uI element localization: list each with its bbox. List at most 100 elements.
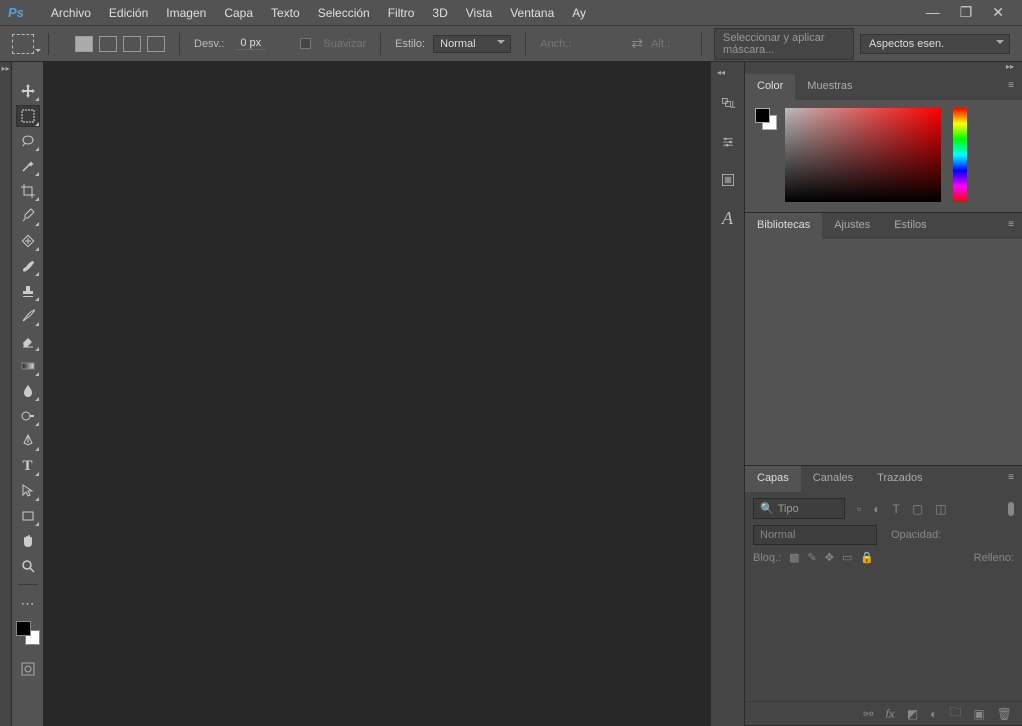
- new-selection-icon[interactable]: [75, 36, 93, 52]
- layers-list[interactable]: [753, 570, 1014, 666]
- delete-layer-icon[interactable]: 🗑: [997, 707, 1012, 721]
- menu-edicion[interactable]: Edición: [100, 2, 157, 24]
- magic-wand-tool[interactable]: [16, 155, 40, 177]
- tab-adjustments[interactable]: Ajustes: [822, 213, 882, 239]
- move-tool[interactable]: [16, 80, 40, 102]
- lock-artboard-icon[interactable]: ▭: [842, 551, 852, 564]
- panel-menu-icon[interactable]: ≡: [1000, 213, 1022, 239]
- tab-color[interactable]: Color: [745, 74, 795, 100]
- menu-vista[interactable]: Vista: [457, 2, 501, 24]
- add-selection-icon[interactable]: [99, 36, 117, 52]
- blur-tool[interactable]: [16, 380, 40, 402]
- filter-type-icon[interactable]: T: [893, 502, 900, 516]
- menu-3d[interactable]: 3D: [423, 2, 456, 24]
- path-selection-tool[interactable]: [16, 480, 40, 502]
- collapse-arrows-icon[interactable]: ▸▸: [0, 62, 11, 74]
- color-picker-field[interactable]: [785, 108, 941, 202]
- brush-tool[interactable]: [16, 255, 40, 277]
- link-layers-icon[interactable]: ⚯: [863, 707, 873, 721]
- style-select[interactable]: Normal: [433, 35, 511, 53]
- menu-texto[interactable]: Texto: [262, 2, 309, 24]
- tab-layers[interactable]: Capas: [745, 466, 801, 492]
- swap-wh-icon[interactable]: ⇄: [631, 35, 643, 52]
- tool-preset-icon[interactable]: [12, 34, 34, 54]
- character-panel-icon[interactable]: [715, 166, 741, 194]
- eyedropper-tool[interactable]: [16, 205, 40, 227]
- filter-smart-icon[interactable]: ◫: [935, 502, 946, 516]
- eraser-tool[interactable]: [16, 330, 40, 352]
- marquee-tool[interactable]: [16, 105, 40, 127]
- foreground-swatch[interactable]: [16, 621, 31, 636]
- tab-channels[interactable]: Canales: [801, 466, 865, 492]
- panel-menu-icon[interactable]: ≡: [1000, 466, 1022, 492]
- panel-menu-icon[interactable]: ≡: [1000, 74, 1022, 100]
- tab-styles[interactable]: Estilos: [882, 213, 938, 239]
- type-tool[interactable]: T: [16, 455, 40, 477]
- quick-mask-icon[interactable]: [16, 658, 40, 680]
- close-icon[interactable]: ✕: [992, 4, 1004, 21]
- menu-capa[interactable]: Capa: [215, 2, 262, 24]
- subtract-selection-icon[interactable]: [123, 36, 141, 52]
- fg-color-swatch[interactable]: [755, 108, 770, 123]
- lock-all-icon[interactable]: 🔒: [860, 551, 874, 564]
- opacity-label: Opacidad:: [891, 529, 941, 541]
- properties-panel-icon[interactable]: [715, 128, 741, 156]
- layer-fx-icon[interactable]: fx: [885, 707, 894, 721]
- layer-filter-select[interactable]: 🔍 Tipo: [753, 498, 845, 519]
- crop-tool[interactable]: [16, 180, 40, 202]
- tab-swatches[interactable]: Muestras: [795, 74, 864, 100]
- adjustment-layer-icon[interactable]: ◐: [930, 707, 937, 721]
- pen-tool[interactable]: [16, 430, 40, 452]
- filter-adjust-icon[interactable]: ◐: [873, 502, 880, 516]
- rectangle-tool[interactable]: [16, 505, 40, 527]
- new-layer-icon[interactable]: ▣: [973, 707, 984, 721]
- healing-brush-tool[interactable]: [16, 230, 40, 252]
- color-swatches[interactable]: [16, 621, 40, 645]
- lock-position-icon[interactable]: ✥: [825, 551, 834, 564]
- menu-ayuda[interactable]: Ay: [563, 2, 595, 24]
- search-icon: 🔍: [760, 502, 774, 515]
- menu-ventana[interactable]: Ventana: [501, 2, 563, 24]
- intersect-selection-icon[interactable]: [147, 36, 165, 52]
- maximize-icon[interactable]: ❐: [960, 4, 973, 21]
- gradient-tool[interactable]: [16, 355, 40, 377]
- select-and-mask-button[interactable]: Seleccionar y aplicar máscara...: [714, 28, 854, 60]
- color-fg-bg-swatch[interactable]: [755, 108, 777, 130]
- dock-expand-icon[interactable]: ◂◂: [711, 68, 744, 80]
- canvas-area[interactable]: [44, 62, 710, 726]
- hand-tool[interactable]: [16, 530, 40, 552]
- minimize-icon[interactable]: —: [926, 4, 940, 21]
- feather-input[interactable]: 0 px: [236, 37, 266, 50]
- tab-paths[interactable]: Trazados: [865, 466, 934, 492]
- blend-mode-select[interactable]: Normal: [753, 525, 877, 545]
- selection-mode-group: [75, 36, 165, 52]
- menu-imagen[interactable]: Imagen: [157, 2, 215, 24]
- filter-shape-icon[interactable]: ▢: [912, 502, 923, 516]
- filter-toggle[interactable]: [1008, 502, 1014, 516]
- menu-filtro[interactable]: Filtro: [379, 2, 424, 24]
- menu-seleccion[interactable]: Selección: [309, 2, 379, 24]
- separator: [701, 33, 702, 55]
- lock-transparency-icon[interactable]: ▩: [789, 551, 799, 564]
- glyph-panel-icon[interactable]: A: [715, 204, 741, 232]
- lasso-tool[interactable]: [16, 130, 40, 152]
- style-label: Estilo:: [395, 38, 425, 50]
- panels-collapse-icon[interactable]: ▸▸: [745, 62, 1022, 74]
- filter-pixel-icon[interactable]: ▫: [857, 502, 861, 516]
- history-brush-tool[interactable]: [16, 305, 40, 327]
- edit-toolbar-icon[interactable]: ⋯: [16, 592, 40, 614]
- lock-paint-icon[interactable]: ✎: [808, 551, 817, 564]
- zoom-tool[interactable]: [16, 555, 40, 577]
- dodge-tool[interactable]: [16, 405, 40, 427]
- workspace-select[interactable]: Aspectos esen.: [860, 34, 1010, 54]
- tab-libraries[interactable]: Bibliotecas: [745, 213, 822, 239]
- layer-mask-icon[interactable]: ◩: [907, 707, 918, 721]
- history-panel-icon[interactable]: [715, 90, 741, 118]
- layer-group-icon[interactable]: 🗀: [949, 703, 961, 724]
- antialias-checkbox[interactable]: [300, 38, 311, 49]
- hue-slider[interactable]: [953, 108, 967, 202]
- stamp-tool[interactable]: [16, 280, 40, 302]
- menu-archivo[interactable]: Archivo: [42, 2, 100, 24]
- toolbar-collapse-strip[interactable]: ▸▸: [0, 62, 12, 726]
- collapsed-dock: ◂◂ A: [710, 62, 744, 726]
